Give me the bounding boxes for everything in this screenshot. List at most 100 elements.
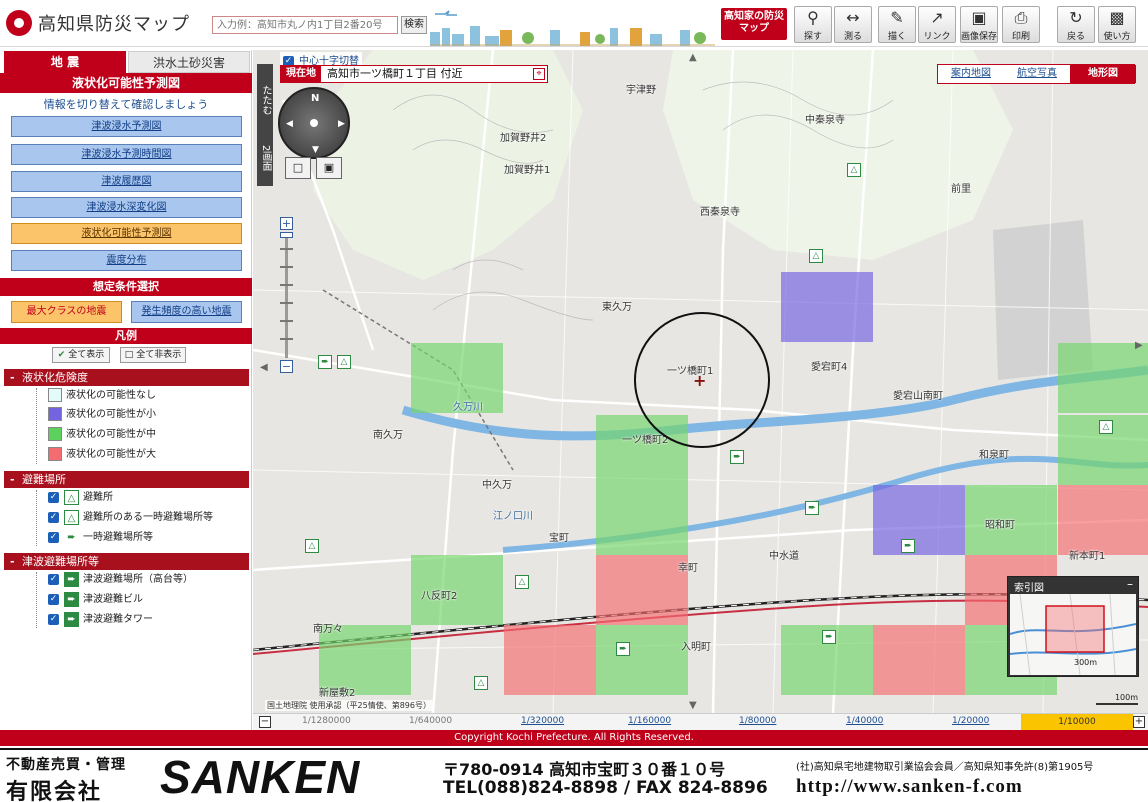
zoom-in-button[interactable]: +	[280, 217, 293, 230]
map-type-aerial[interactable]: 航空写真	[1004, 65, 1070, 83]
scale-option[interactable]: 1/160000	[628, 716, 671, 726]
nav-tsunami-inundation[interactable]: 津波浸水予測図	[11, 116, 242, 137]
scale-option[interactable]: 1/640000	[409, 716, 452, 726]
link-tool-button[interactable]: ↗ リンク	[918, 6, 956, 43]
overview-map[interactable]: 索引図 – 300m	[1007, 576, 1139, 677]
pan-right-edge-icon[interactable]: ▶	[1135, 340, 1143, 351]
shelter-icon[interactable]: △	[305, 539, 319, 553]
pan-down-edge-icon[interactable]: ▼	[689, 700, 697, 711]
nav-tsunami-time[interactable]: 津波浸水予測時間図	[11, 144, 242, 165]
check-icon: ✔	[57, 350, 66, 360]
temp-evac-icon[interactable]: ➨	[805, 501, 819, 515]
map-type-topographic[interactable]: 地形図	[1070, 65, 1136, 83]
nav-seismic-intensity[interactable]: 震度分布	[11, 250, 242, 271]
scale-option[interactable]: 1/40000	[846, 716, 883, 726]
checkbox-checked-icon[interactable]: ✓	[48, 613, 59, 625]
condition-frequent-button[interactable]: 発生頻度の高い地震	[131, 301, 242, 323]
shelter-icon[interactable]: △	[337, 355, 351, 369]
checkbox-checked-icon[interactable]: ✓	[48, 511, 59, 523]
scale-option[interactable]: 1/80000	[739, 716, 776, 726]
zoom-step[interactable]	[280, 338, 293, 340]
zoom-box-out-button[interactable]: ▣	[316, 157, 342, 179]
nav-tsunami-history[interactable]: 津波履歴図	[11, 171, 242, 192]
logo-icon	[6, 10, 32, 36]
checkbox-checked-icon[interactable]: ✓	[48, 573, 59, 585]
back-button[interactable]: ↻ 戻る	[1057, 6, 1095, 43]
pan-down-icon[interactable]: ▼	[312, 145, 319, 155]
zoom-step[interactable]	[280, 266, 293, 268]
scale-option[interactable]: 1/20000	[952, 716, 989, 726]
nav-tsunami-depth-change[interactable]: 津波浸水深変化図	[11, 197, 242, 218]
draw-tool-button[interactable]: ✎ 描く	[878, 6, 916, 43]
panel-collapse-button[interactable]: たたむ	[257, 64, 273, 136]
tab-earthquake[interactable]: 地 震	[4, 51, 126, 73]
locate-target-icon[interactable]: ⌖	[533, 68, 545, 80]
search-button[interactable]: 検索	[401, 16, 427, 34]
shelter-icon[interactable]: △	[1099, 420, 1113, 434]
scale-option[interactable]: 1/1280000	[302, 716, 351, 726]
shelter-icon[interactable]: △	[474, 676, 488, 690]
zoom-out-button[interactable]: −	[280, 360, 293, 373]
zoom-step[interactable]	[280, 320, 293, 322]
pan-left-edge-icon[interactable]: ◀	[260, 362, 268, 373]
minimize-icon[interactable]: –	[1127, 577, 1133, 591]
zoom-box-in-button[interactable]: □	[285, 157, 311, 179]
ad-brand: SANKEN	[160, 751, 361, 802]
legend-item[interactable]: ✓ △ 避難所	[48, 489, 113, 507]
zoom-step[interactable]	[280, 284, 293, 286]
hide-all-button[interactable]: □ 全て非表示	[120, 347, 186, 363]
nav-liquefaction[interactable]: 液状化可能性予測図	[11, 223, 242, 244]
search-input[interactable]	[212, 16, 398, 34]
overview-map-graphic	[1010, 594, 1136, 675]
temp-evac-icon[interactable]: ➨	[318, 355, 332, 369]
shelter-icon[interactable]: △	[809, 249, 823, 263]
legend-item[interactable]: ✓ ➨ 一時避難場所等	[48, 529, 153, 547]
legend-item[interactable]: ✓ ➨ 津波避難タワー	[48, 611, 153, 629]
checkbox-checked-icon[interactable]: ✓	[48, 491, 59, 503]
tsunami-tower-icon: ➨	[64, 611, 79, 627]
pan-right-icon[interactable]: ▶	[338, 119, 345, 129]
temp-evac-icon[interactable]: ➨	[822, 630, 836, 644]
checkbox-checked-icon[interactable]: ✓	[48, 593, 59, 605]
show-all-button[interactable]: ✔ 全て表示	[52, 347, 110, 363]
place-label: 八反町2	[421, 591, 458, 602]
scale-option[interactable]: 1/320000	[521, 716, 564, 726]
search-tool-button[interactable]: ⚲ 探す	[794, 6, 832, 43]
ad-url: http://www.sanken-f.com	[796, 776, 1023, 797]
pan-compass[interactable]: N ▼ ◀ ▶	[278, 87, 350, 159]
map-view[interactable]: 宇津野 加賀野井2 加賀野井1 中秦泉寺 西秦泉寺 前里 東久万 一ツ橋町1 愛…	[253, 50, 1148, 713]
save-image-button[interactable]: ▣ 画像保存	[960, 6, 998, 43]
zoom-step[interactable]	[280, 248, 293, 250]
legend-group-evacuation[interactable]: - 避難場所	[4, 471, 249, 488]
legend-item[interactable]: ✓ △ 避難所のある一時避難場所等	[48, 509, 213, 527]
measure-tool-button[interactable]: ↔ 測る	[834, 6, 872, 43]
checkbox-checked-icon[interactable]: ✓	[48, 531, 59, 543]
temp-evac-icon[interactable]: ➨	[901, 539, 915, 553]
help-button[interactable]: ▩ 使い方	[1098, 6, 1136, 43]
scale-zoom-in-button[interactable]: +	[1133, 716, 1145, 728]
zoom-slider-handle[interactable]	[280, 232, 293, 238]
legend-item[interactable]: ✓ ➨ 津波避難場所（高台等）	[48, 571, 193, 589]
pan-center-icon[interactable]	[310, 119, 318, 127]
scale-zoom-out-button[interactable]: −	[259, 716, 271, 728]
legend-item[interactable]: ✓ ➨ 津波避難ビル	[48, 591, 143, 609]
zoom-step[interactable]	[280, 302, 293, 304]
print-button[interactable]: ⎙ 印刷	[1002, 6, 1040, 43]
map-type-guide[interactable]: 案内地図	[938, 65, 1004, 83]
hazard-cell-medium	[596, 485, 688, 555]
pan-up-edge-icon[interactable]: ▲	[689, 52, 697, 63]
temp-evac-icon[interactable]: ➨	[616, 642, 630, 656]
legend-group-liquefaction[interactable]: - 液状化危険度	[4, 369, 249, 386]
scale-option-active[interactable]: 1/10000	[1021, 714, 1133, 730]
tab-flood-landslide[interactable]: 洪水土砂災害	[128, 51, 250, 73]
condition-max-button[interactable]: 最大クラスの地震	[11, 301, 122, 323]
overview-map-image[interactable]: 300m	[1010, 594, 1136, 675]
shelter-icon[interactable]: △	[515, 575, 529, 589]
temp-evac-icon[interactable]: ➨	[730, 450, 744, 464]
shelter-icon[interactable]: △	[847, 163, 861, 177]
place-label: 南久万	[373, 430, 403, 441]
legend-group-tsunami[interactable]: - 津波避難場所等	[4, 553, 249, 570]
brand-button[interactable]: 高知家の防災マップ	[721, 8, 787, 40]
pan-left-icon[interactable]: ◀	[286, 119, 293, 129]
split-screen-button[interactable]: 2画面	[257, 130, 273, 186]
